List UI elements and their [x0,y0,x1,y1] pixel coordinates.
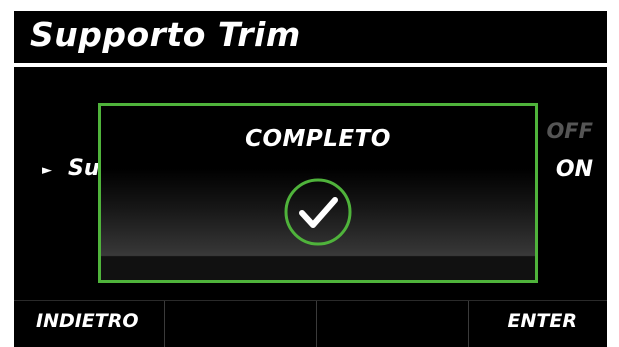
softkey-2-button[interactable] [165,301,316,347]
dialog-title: COMPLETO [245,126,391,152]
enter-button[interactable]: ENTER [469,301,607,347]
check-circle-icon [284,178,352,246]
setting-label: Su [68,156,100,181]
page-title: Supporto Trim [30,15,301,54]
selection-pointer-icon: ► [42,163,52,178]
title-divider [14,63,607,67]
completion-dialog: COMPLETO [98,103,538,283]
option-on[interactable]: ON [556,157,593,182]
softkey-3-button[interactable] [317,301,468,347]
softkey-bar: INDIETRO ENTER [14,301,607,347]
option-off[interactable]: OFF [546,119,593,143]
back-button[interactable]: INDIETRO [14,301,164,347]
display-screen: Supporto Trim ► Su OFF ON COMPLETO INDIE… [14,11,607,347]
